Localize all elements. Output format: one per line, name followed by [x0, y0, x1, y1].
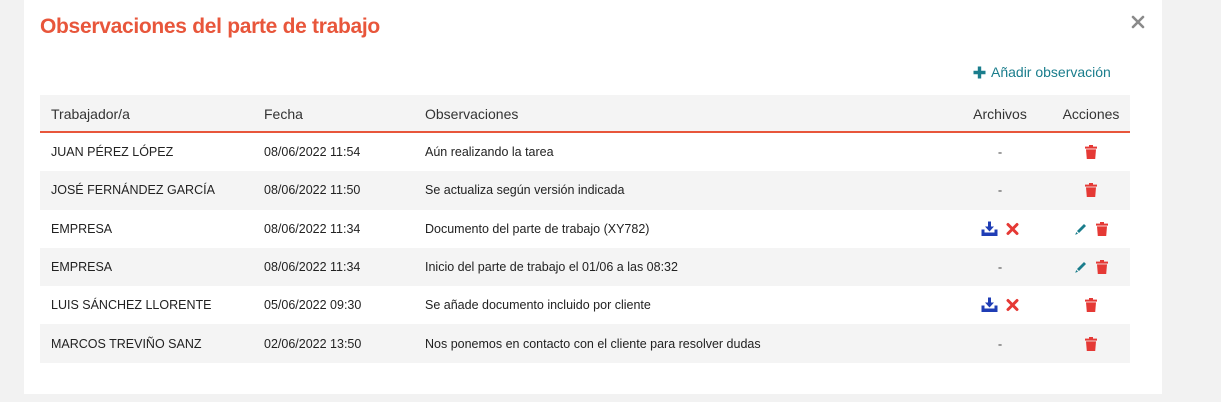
cell-observation: Documento del parte de trabajo (XY782) — [425, 221, 650, 236]
cell-worker: EMPRESA — [51, 221, 113, 236]
cell-actions — [1066, 260, 1116, 275]
cell-files — [975, 297, 1025, 313]
cell-worker: EMPRESA — [51, 260, 113, 275]
header-actions: Acciones — [1062, 106, 1120, 122]
close-icon — [1131, 15, 1145, 29]
download-icon[interactable] — [981, 297, 998, 313]
close-button[interactable] — [1126, 10, 1150, 34]
trash-icon[interactable] — [1085, 336, 1097, 351]
observations-table: Trabajador/a Fecha Observaciones Archivo… — [40, 95, 1130, 363]
cell-files: - — [975, 336, 1025, 351]
cell-date: 08/06/2022 11:50 — [264, 183, 361, 198]
cell-worker: JUAN PÉREZ LÓPEZ — [51, 145, 174, 160]
no-files-dash: - — [997, 182, 1003, 198]
table-row: LUIS SÁNCHEZ LLORENTE 05/06/2022 09:30 S… — [40, 286, 1130, 324]
cell-actions — [1066, 145, 1116, 160]
cell-files — [975, 221, 1025, 236]
table-row: JOSÉ FERNÁNDEZ GARCÍA 08/06/2022 11:50 S… — [40, 171, 1130, 210]
header-worker: Trabajador/a — [51, 106, 130, 122]
cell-observation: Aún realizando la tarea — [425, 145, 554, 160]
cell-files: - — [975, 183, 1025, 198]
remove-file-icon[interactable] — [1006, 299, 1019, 312]
cell-files: - — [975, 145, 1025, 160]
table-header: Trabajador/a Fecha Observaciones Archivo… — [40, 95, 1130, 133]
cell-worker: LUIS SÁNCHEZ LLORENTE — [51, 298, 212, 313]
cell-date: 08/06/2022 11:34 — [264, 260, 361, 275]
header-files: Archivos — [973, 106, 1027, 122]
download-icon[interactable] — [981, 221, 998, 236]
header-date: Fecha — [264, 106, 303, 122]
modal-title: Observaciones del parte de trabajo — [40, 15, 380, 38]
cell-files: - — [975, 260, 1025, 275]
cell-worker: JOSÉ FERNÁNDEZ GARCÍA — [51, 183, 215, 198]
trash-icon[interactable] — [1085, 145, 1097, 160]
cell-date: 05/06/2022 09:30 — [264, 298, 362, 313]
table-row: EMPRESA 08/06/2022 11:34 Inicio del part… — [40, 247, 1130, 287]
remove-file-icon[interactable] — [1006, 222, 1019, 235]
cell-observation: Inicio del parte de trabajo el 01/06 a l… — [425, 260, 678, 275]
pencil-icon[interactable] — [1074, 260, 1088, 274]
table-row: EMPRESA 08/06/2022 11:34 Documento del p… — [40, 210, 1130, 248]
cell-actions — [1066, 221, 1116, 236]
cell-date: 08/06/2022 11:34 — [264, 221, 361, 236]
trash-icon[interactable] — [1085, 183, 1097, 198]
cell-actions — [1066, 298, 1116, 313]
table-row: JUAN PÉREZ LÓPEZ 08/06/2022 11:54 Aún re… — [40, 133, 1130, 171]
add-observation-label: Añadir observación — [991, 64, 1111, 80]
observations-modal: Observaciones del parte de trabajo Añadi… — [24, 0, 1162, 394]
cell-observation: Nos ponemos en contacto con el cliente p… — [425, 336, 761, 351]
no-files-dash: - — [997, 144, 1003, 160]
trash-icon[interactable] — [1096, 221, 1108, 236]
no-files-dash: - — [997, 259, 1003, 275]
table-row: MARCOS TREVIÑO SANZ 02/06/2022 13:50 Nos… — [40, 324, 1130, 363]
header-observations: Observaciones — [425, 106, 519, 122]
table-body: JUAN PÉREZ LÓPEZ 08/06/2022 11:54 Aún re… — [40, 133, 1130, 363]
cell-worker: MARCOS TREVIÑO SANZ — [51, 336, 202, 351]
cell-date: 08/06/2022 11:54 — [264, 145, 361, 160]
cell-actions — [1066, 183, 1116, 198]
trash-icon[interactable] — [1085, 298, 1097, 313]
add-observation-button[interactable]: Añadir observación — [972, 64, 1111, 80]
trash-icon[interactable] — [1096, 260, 1108, 275]
pencil-icon[interactable] — [1074, 222, 1088, 236]
cell-observation: Se añade documento incluido por cliente — [425, 298, 651, 313]
plus-icon — [972, 65, 987, 80]
cell-actions — [1066, 336, 1116, 351]
cell-observation: Se actualiza según versión indicada — [425, 183, 625, 198]
no-files-dash: - — [997, 336, 1003, 352]
cell-date: 02/06/2022 13:50 — [264, 336, 362, 351]
